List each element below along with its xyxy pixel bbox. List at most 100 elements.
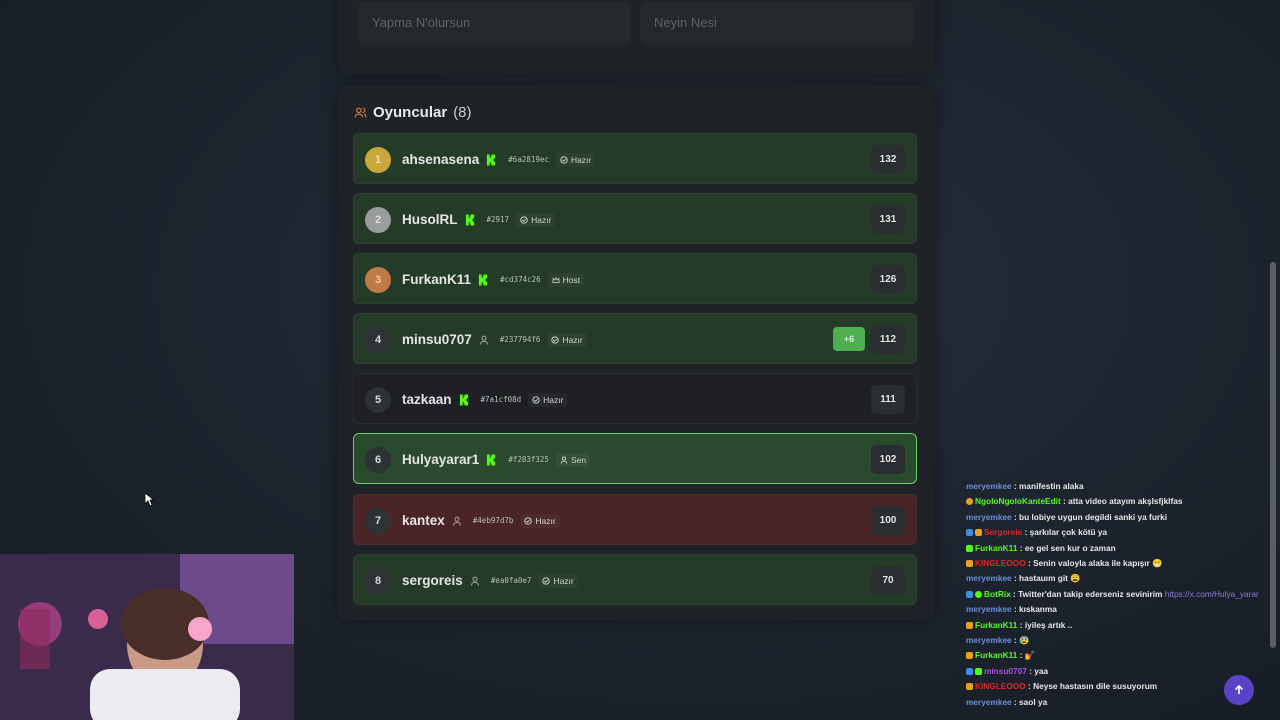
chat-message: Sergoreis : şarkılar çok kötü ya bbox=[966, 525, 1266, 540]
player-tag: #ea0fa0e7 bbox=[490, 576, 532, 585]
chat-text: Senin valoyla alaka ile kapışır 😁 bbox=[1033, 558, 1163, 569]
status-label: Hazır bbox=[531, 214, 552, 225]
badge-icon bbox=[966, 621, 973, 629]
badge-icon bbox=[966, 529, 973, 537]
chat-username: KINGLEOOO bbox=[975, 558, 1026, 569]
score-badge: 70 bbox=[871, 566, 905, 595]
user-icon bbox=[452, 516, 461, 526]
status-badge: Sen bbox=[555, 452, 591, 467]
chat-message: meryemkee : kıskanma bbox=[966, 602, 1266, 617]
status-label: Hazır bbox=[570, 154, 592, 165]
player-name: HusolRL bbox=[402, 212, 458, 227]
status-label: Hazır bbox=[535, 515, 556, 526]
chat-separator: : bbox=[1010, 588, 1019, 599]
chat-text: 😰 bbox=[1019, 635, 1030, 646]
page-scrollbar[interactable] bbox=[1270, 262, 1276, 648]
chat-message: meryemkee : saol ya bbox=[966, 695, 1266, 710]
chat-separator: : bbox=[1011, 635, 1020, 646]
rank-badge: 1 bbox=[365, 147, 391, 173]
kick-icon bbox=[465, 214, 474, 225]
mouse-cursor-icon bbox=[145, 493, 155, 507]
status-badge: Host bbox=[547, 272, 585, 287]
chat-text: bu lobiye uygun degildi sanki ya furki bbox=[1019, 511, 1168, 522]
player-tag: #cd374c26 bbox=[500, 275, 541, 284]
rank-badge: 3 bbox=[365, 267, 391, 293]
status-badge: Hazır bbox=[528, 392, 568, 407]
score-badge: 112 bbox=[871, 325, 905, 354]
chat-username: Sergoreis bbox=[984, 527, 1023, 538]
badge-icon bbox=[966, 498, 973, 506]
kick-icon bbox=[487, 454, 496, 465]
chat-message: meryemkee : hastauım git 😩 bbox=[966, 571, 1266, 586]
answer-input-2[interactable]: Neyin Nesi bbox=[640, 2, 914, 44]
player-name-group: FurkanK11 #cd374c26 Host bbox=[402, 254, 585, 305]
chat-username: meryemkee bbox=[966, 696, 1012, 707]
chat-username: FurkanK11 bbox=[975, 619, 1018, 630]
chat-username: FurkanK11 bbox=[975, 542, 1018, 553]
status-label: Hazır bbox=[553, 575, 574, 586]
name-input-panel: Yapma N'olursun Neyin Nesi bbox=[338, 0, 934, 74]
kick-icon bbox=[487, 154, 496, 165]
player-row: 8 sergoreis #ea0fa0e7 Hazır 70 bbox=[353, 554, 917, 605]
players-panel: Oyuncular (8) 1 ahsenasena #6a2819ec Haz… bbox=[338, 86, 934, 620]
rank-badge: 8 bbox=[365, 568, 391, 594]
user-icon bbox=[470, 576, 479, 586]
chat-username: BotRix bbox=[984, 588, 1011, 599]
player-tag: #f283f325 bbox=[508, 455, 549, 464]
chat-username: meryemkee bbox=[966, 635, 1012, 646]
score-badge: 102 bbox=[871, 445, 905, 474]
status-badge: Hazır bbox=[555, 152, 596, 167]
rank-badge: 5 bbox=[365, 387, 391, 413]
chat-text: saol ya bbox=[1019, 696, 1048, 707]
badge-icon bbox=[966, 667, 973, 675]
status-label: Sen bbox=[570, 454, 587, 465]
chat-separator: : bbox=[1025, 681, 1034, 692]
score-badge: 111 bbox=[871, 385, 905, 414]
chat-username: minsu0707 bbox=[984, 665, 1027, 676]
chat-message: NgoloNgoloKanteEdit : atta video atayım … bbox=[966, 494, 1266, 509]
arrow-up-icon bbox=[1234, 684, 1244, 694]
player-name: Hulyayarar1 bbox=[402, 452, 480, 467]
chat-separator: : bbox=[1017, 542, 1025, 553]
player-name: sergoreis bbox=[402, 573, 463, 588]
chat-text: Twitter'dan takip ederseniz sevinirim bbox=[1018, 588, 1165, 599]
chat-text: iyileş artık .. bbox=[1024, 619, 1073, 630]
chat-separator: : bbox=[1017, 619, 1025, 630]
chat-text: Neyse hastasın dile susuyorum bbox=[1033, 681, 1158, 692]
chat-link[interactable]: https://x.com/Hulya_yarar bbox=[1165, 589, 1259, 599]
player-row: 4 minsu0707 #237794f6 Hazır +6 112 bbox=[353, 313, 917, 364]
chat-separator: : bbox=[1011, 481, 1020, 491]
chat-message: meryemkee : 😰 bbox=[966, 633, 1266, 648]
chat-separator: : bbox=[1025, 558, 1034, 569]
points-gained-badge: +6 bbox=[833, 327, 865, 351]
check-circle-icon bbox=[524, 516, 533, 525]
kick-icon bbox=[478, 274, 488, 285]
chat-text: yaa bbox=[1034, 665, 1049, 676]
player-name-group: tazkaan #7a1cf08d Hazır bbox=[402, 374, 568, 425]
badge-icon bbox=[975, 529, 982, 537]
check-circle-icon bbox=[520, 215, 528, 224]
users-icon bbox=[354, 107, 367, 118]
chat-separator: : bbox=[1011, 511, 1020, 522]
webcam-feed bbox=[0, 554, 294, 720]
stream-chat: meryemkee : manifestin alaka NgoloNgoloK… bbox=[966, 479, 1266, 720]
answer-input-1[interactable]: Yapma N'olursun bbox=[358, 2, 631, 44]
chat-username: meryemkee bbox=[966, 604, 1012, 615]
chat-text: manifestin alaka bbox=[1019, 481, 1084, 491]
badge-icon bbox=[966, 590, 973, 598]
chat-username: FurkanK11 bbox=[975, 650, 1018, 661]
player-name: kantex bbox=[402, 513, 445, 528]
chat-message: KINGLEOOO : Senin valoyla alaka ile kapı… bbox=[966, 556, 1266, 571]
chat-text: kıskanma bbox=[1019, 604, 1057, 615]
player-name-group: minsu0707 #237794f6 Hazır bbox=[402, 314, 587, 365]
scroll-to-top-button[interactable] bbox=[1224, 675, 1254, 705]
player-row: 3 FurkanK11 #cd374c26 Host 126 bbox=[353, 253, 917, 304]
players-header: Oyuncular (8) bbox=[354, 104, 472, 121]
status-label: Hazır bbox=[543, 394, 564, 405]
player-name-group: Hulyayarar1 #f283f325 Sen bbox=[402, 434, 591, 485]
player-row: 5 tazkaan #7a1cf08d Hazır 111 bbox=[353, 373, 917, 424]
player-name: ahsenasena bbox=[402, 152, 480, 167]
status-badge: Hazır bbox=[538, 573, 578, 588]
chat-text: şarkılar çok kötü ya bbox=[1029, 527, 1108, 538]
chat-username: meryemkee bbox=[966, 511, 1012, 522]
